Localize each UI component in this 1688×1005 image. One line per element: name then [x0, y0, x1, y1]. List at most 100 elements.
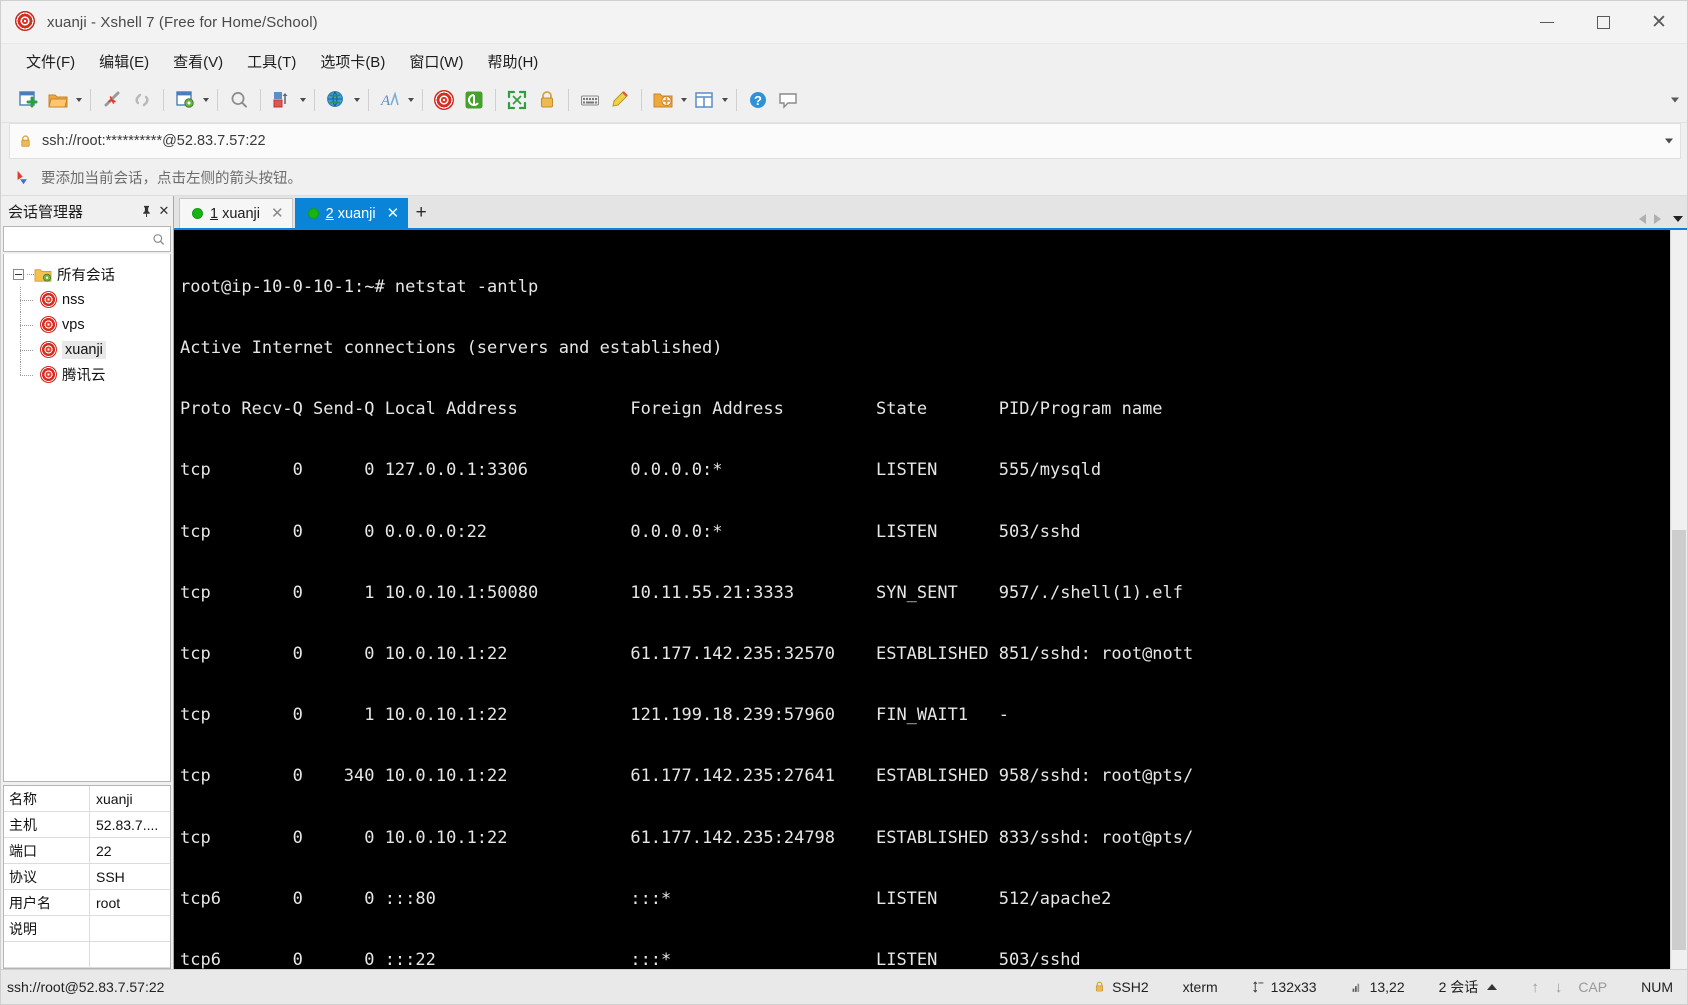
open-session-button[interactable] — [43, 85, 73, 115]
font-dropdown-icon[interactable] — [408, 98, 414, 102]
help-button[interactable]: ? — [743, 85, 773, 115]
lock-icon — [541, 91, 553, 108]
disconnect-button[interactable] — [97, 85, 127, 115]
triangle-up-icon[interactable] — [1487, 984, 1498, 990]
session-item-nss[interactable]: nss — [4, 287, 170, 312]
xftp-button[interactable] — [459, 85, 489, 115]
add-folder-dropdown-icon[interactable] — [681, 98, 687, 102]
globe-dropdown-icon[interactable] — [354, 98, 360, 102]
xshell-window: xuanji - Xshell 7 (Free for Home/School)… — [0, 0, 1688, 1005]
highlight-button[interactable] — [605, 85, 635, 115]
pin-icon[interactable] — [137, 201, 155, 221]
status-emulation: xterm — [1183, 979, 1218, 995]
close-icon[interactable]: ✕ — [155, 201, 173, 221]
menu-tabs[interactable]: 选项卡(B) — [309, 46, 396, 77]
comment-icon — [779, 93, 797, 109]
address-bar[interactable]: ssh://root:**********@52.83.7.57:22 — [9, 123, 1681, 159]
session-icon — [37, 338, 60, 361]
property-row: 协议 SSH — [4, 864, 170, 890]
disconnect-icon — [104, 91, 120, 107]
toolbar-overflow-chevron-icon[interactable] — [1671, 97, 1679, 103]
globe-button[interactable] — [321, 85, 351, 115]
session-item-vps[interactable]: vps — [4, 312, 170, 337]
property-value: xuanji — [96, 790, 133, 807]
scrollbar-thumb[interactable] — [1672, 530, 1686, 950]
split-view-button[interactable] — [689, 85, 719, 115]
connected-dot-icon — [192, 208, 203, 219]
tree-root-all-sessions[interactable]: 所有会话 — [4, 262, 170, 287]
terminal-line: root@ip-10-0-10-1:~# netstat -antlp — [180, 276, 539, 297]
terminal-area: root@ip-10-0-10-1:~# netstat -antlp Acti… — [174, 230, 1687, 969]
menu-window[interactable]: 窗口(W) — [398, 46, 474, 77]
fullscreen-icon — [507, 90, 527, 110]
highlight-icon — [612, 91, 628, 107]
tab-close-icon[interactable]: ✕ — [271, 206, 284, 221]
xshell-button[interactable] — [429, 85, 459, 115]
arrow-down-icon[interactable]: ↓ — [1555, 979, 1563, 996]
tab-label: xuanji — [222, 205, 260, 222]
status-emulation-label: xterm — [1182, 979, 1218, 995]
property-key: 用户名 — [4, 890, 90, 915]
tab-1-xuanji[interactable]: 1 xuanji ✕ — [179, 198, 293, 228]
maximize-button[interactable] — [1575, 1, 1631, 43]
tab-number: 2 — [325, 205, 334, 222]
keyboard-button[interactable] — [575, 85, 605, 115]
tab-list-chevron-down-icon[interactable] — [1673, 216, 1683, 222]
property-key: 名称 — [4, 786, 90, 811]
property-key: 主机 — [4, 812, 90, 837]
font-button[interactable]: A — [375, 85, 405, 115]
add-folder-button[interactable] — [648, 85, 678, 115]
session-item-tencent-cloud[interactable]: 腾讯云 — [4, 362, 170, 387]
arrow-up-icon[interactable]: ↑ — [1531, 979, 1539, 996]
status-size-label: 132x33 — [1270, 979, 1317, 995]
toolbar-separator — [368, 89, 369, 111]
properties-dropdown-icon[interactable] — [203, 98, 209, 102]
toolbar-separator — [422, 89, 423, 111]
session-properties-button[interactable] — [170, 85, 200, 115]
find-button[interactable] — [224, 85, 254, 115]
address-input[interactable]: ssh://root:**********@52.83.7.57:22 — [42, 133, 266, 149]
menu-view[interactable]: 查看(V) — [162, 46, 234, 77]
chevron-left-icon[interactable] — [1639, 214, 1646, 224]
new-tab-button[interactable]: + — [410, 198, 432, 228]
session-icon — [37, 363, 60, 386]
menu-file[interactable]: 文件(F) — [15, 46, 86, 77]
session-manager-header: 会话管理器 ✕ — [1, 196, 173, 226]
connected-dot-icon — [307, 208, 319, 219]
menu-help[interactable]: 帮助(H) — [476, 46, 549, 77]
add-session-arrow-icon — [15, 169, 32, 186]
session-icon — [37, 313, 60, 336]
address-dropdown-icon[interactable] — [1665, 138, 1673, 144]
tab-label: xuanji — [337, 205, 376, 222]
collapse-icon[interactable] — [13, 269, 24, 280]
session-label: nss — [62, 291, 85, 308]
transfer-button[interactable] — [267, 85, 297, 115]
terminal-line: tcp 0 0 127.0.0.1:3306 0.0.0.0:* LISTEN … — [180, 460, 1102, 481]
session-item-xuanji[interactable]: xuanji — [4, 337, 170, 362]
menu-edit[interactable]: 编辑(E) — [88, 46, 160, 77]
fullscreen-button[interactable] — [502, 85, 532, 115]
tree-root-label: 所有会话 — [57, 268, 115, 284]
help-icon: ? — [750, 92, 766, 108]
session-search-input[interactable] — [3, 226, 171, 252]
status-sessions[interactable]: 2 会话 — [1439, 977, 1498, 997]
reconnect-button[interactable] — [127, 85, 157, 115]
minimize-button[interactable] — [1519, 1, 1575, 43]
terminal-scrollbar[interactable] — [1670, 230, 1687, 969]
tab-close-icon[interactable]: ✕ — [387, 206, 400, 221]
menu-tools[interactable]: 工具(T) — [236, 46, 307, 77]
terminal-line: tcp 0 0 0.0.0.0:22 0.0.0.0:* LISTEN 503/… — [180, 521, 1081, 542]
chevron-right-icon[interactable] — [1654, 214, 1661, 224]
comment-button[interactable] — [773, 85, 803, 115]
transfer-dropdown-icon[interactable] — [300, 98, 306, 102]
open-session-dropdown-icon[interactable] — [76, 98, 82, 102]
terminal-line: tcp 0 340 10.0.10.1:22 61.177.142.235:27… — [180, 766, 1194, 787]
lock-button[interactable] — [532, 85, 562, 115]
tab-2-xuanji[interactable]: 2 xuanji ✕ — [294, 198, 409, 228]
status-cursor-label: 13,22 — [1369, 979, 1405, 995]
terminal-output[interactable]: root@ip-10-0-10-1:~# netstat -antlp Acti… — [174, 230, 1670, 969]
split-view-dropdown-icon[interactable] — [722, 98, 728, 102]
new-session-button[interactable] — [13, 85, 43, 115]
keyboard-icon — [581, 95, 599, 106]
close-button[interactable]: ✕ — [1631, 1, 1687, 43]
